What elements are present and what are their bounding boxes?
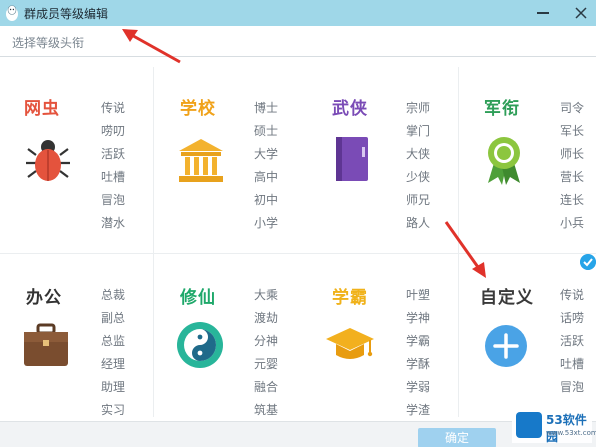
title-bar: 群成员等级编辑 (0, 0, 596, 26)
level-item: 潜水 (101, 216, 126, 230)
level-item: 初中 (254, 193, 279, 207)
level-item: 分神 (254, 334, 279, 348)
level-item: 活跃 (560, 334, 585, 348)
grid-divider (458, 67, 459, 417)
briefcase-icon (24, 323, 68, 366)
level-item: 硕士 (254, 124, 279, 138)
check-icon (580, 254, 596, 270)
category-title: 武侠 (332, 99, 368, 119)
medal-icon (488, 137, 520, 185)
grid-divider (153, 67, 154, 417)
level-item: 渡劫 (254, 311, 279, 325)
level-item: 唠叨 (101, 124, 126, 138)
book-icon (336, 137, 368, 181)
level-item: 少侠 (406, 170, 431, 184)
level-item: 副总 (101, 311, 126, 325)
category-title: 学校 (180, 99, 216, 119)
plus-circle-icon (485, 325, 527, 367)
level-item: 总监 (101, 334, 126, 348)
level-item: 经理 (101, 357, 126, 371)
level-item: 学神 (406, 311, 431, 325)
level-item: 学霸 (406, 334, 431, 348)
category-title: 网虫 (24, 99, 60, 119)
ok-button[interactable]: 确定 (418, 428, 496, 447)
yin-yang-icon (177, 322, 223, 368)
level-item: 博士 (254, 101, 279, 115)
level-item: 营长 (560, 170, 585, 184)
category-title: 办公 (26, 288, 62, 308)
level-item: 宗师 (406, 101, 431, 115)
level-item: 话唠 (560, 311, 585, 325)
level-item: 传说 (101, 101, 126, 115)
level-item: 叶塑 (406, 288, 431, 302)
level-item: 筑基 (254, 403, 279, 417)
watermark: 53软件园 www.53xt.com (512, 409, 596, 444)
level-item: 高中 (254, 170, 279, 184)
level-item: 大乘 (254, 288, 279, 302)
level-item: 小兵 (560, 216, 585, 230)
subheader: 选择等级头衔 (0, 26, 596, 57)
minimize-button[interactable] (537, 12, 549, 14)
category-title: 学霸 (332, 288, 368, 308)
grid-divider (0, 253, 596, 254)
subheader-label: 选择等级头衔 (12, 36, 85, 50)
level-item: 连长 (560, 193, 585, 207)
site-logo-icon (516, 412, 542, 438)
category-title: 自定义 (480, 288, 534, 308)
level-item: 冒泡 (101, 193, 126, 207)
watermark-url: www.53xt.com (546, 429, 596, 437)
level-item: 学渣 (406, 403, 431, 417)
footer: 确定 (0, 421, 596, 447)
level-item: 冒泡 (560, 380, 585, 394)
category-title: 军衔 (484, 99, 520, 119)
level-item: 学酥 (406, 357, 431, 371)
level-item: 军长 (560, 124, 585, 138)
level-item: 助理 (101, 380, 126, 394)
bug-icon (26, 140, 70, 181)
school-building-icon (179, 139, 223, 182)
level-item: 吐槽 (560, 357, 585, 371)
graduation-cap-icon (326, 328, 374, 359)
level-item: 吐槽 (101, 170, 126, 184)
level-item: 小学 (254, 216, 279, 230)
level-item: 传说 (560, 288, 585, 302)
level-category-grid: 网虫 传说 唠叨 活跃 吐槽 冒泡 潜水 学校 博士 硕士 大学 高中 初中 小… (0, 57, 596, 421)
level-item: 大侠 (406, 147, 431, 161)
level-item: 司令 (560, 101, 585, 115)
level-item: 大学 (254, 147, 279, 161)
level-item: 实习 (101, 403, 126, 417)
level-item: 元婴 (254, 357, 279, 371)
level-item: 掌门 (406, 124, 431, 138)
penguin-icon (6, 5, 18, 21)
level-item: 融合 (254, 380, 279, 394)
level-item: 师兄 (406, 193, 431, 207)
level-item: 路人 (406, 216, 431, 230)
level-item: 学弱 (406, 380, 431, 394)
close-button[interactable] (570, 2, 592, 24)
level-item: 活跃 (101, 147, 126, 161)
category-title: 修仙 (180, 288, 216, 308)
window-title: 群成员等级编辑 (24, 7, 109, 21)
level-item: 总裁 (101, 288, 126, 302)
level-item: 师长 (560, 147, 585, 161)
watermark-brand: 53软件园 (546, 413, 587, 444)
